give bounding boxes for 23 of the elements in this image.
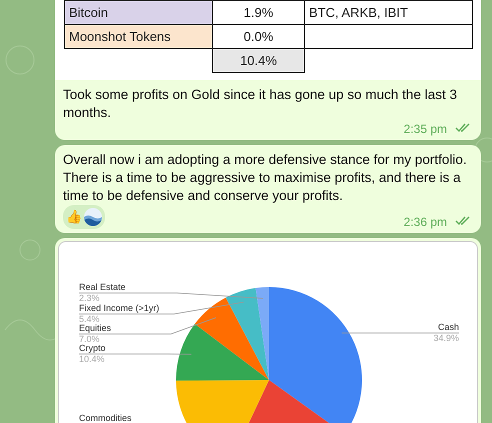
category-label: Fixed Income (>1yr) [79, 303, 160, 313]
percent-label: 5.4% [79, 314, 100, 324]
table-cell: 10.4% [212, 48, 304, 72]
table-cell: Moonshot Tokens [64, 24, 212, 48]
percent-label: 10.4% [79, 354, 105, 364]
category-label: Real Estate [79, 282, 126, 292]
category-label: Commodities [79, 413, 132, 423]
reaction-emoji: 👍 [66, 208, 82, 226]
table-cell: Bitcoin [64, 0, 212, 24]
table-cell: 1.9% [212, 0, 304, 24]
message-time: 2:35 pm [404, 122, 447, 136]
category-label: Equities [79, 323, 112, 333]
percent-label: 2.3% [79, 293, 100, 303]
reaction-pill[interactable]: 👍 [63, 205, 105, 229]
percent-label: 7.0% [79, 334, 100, 344]
percent-label: 34.9% [433, 333, 459, 343]
category-label: Cash [438, 322, 459, 332]
table-cell: BTC, ARKB, IBIT [304, 0, 472, 24]
message-text: Overall now i am adopting a more defensive stance for my portfolio. There is a time to be aggressive to maximise profits, and there is a time to be defensive and conserve your profits. [62, 151, 468, 205]
category-label: Crypto [79, 343, 106, 353]
table-cell: 0.0% [212, 24, 304, 48]
message-time: 2:36 pm [404, 215, 447, 229]
message-text: Took some profits on Gold since it has gone up so much the last 3 months. [62, 86, 458, 122]
